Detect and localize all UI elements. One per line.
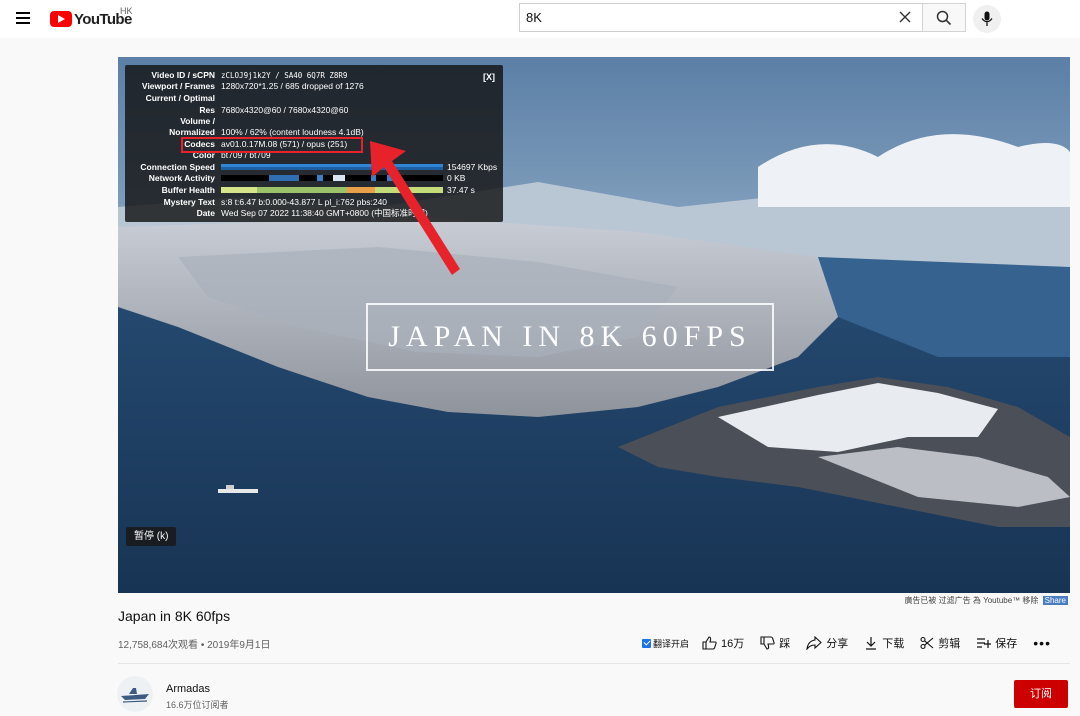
translate-toggle[interactable]: 翻译开启 (642, 637, 689, 650)
search-box (519, 3, 923, 32)
playlist-add-icon (977, 638, 992, 648)
stats-row-video-id: Video ID / sCPN zCLOJ9j1k2Y / SA40 6Q7R … (151, 70, 348, 80)
stats-row-res: Res 7680x4320@60 / 7680x4320@60 (199, 105, 349, 115)
share-label: 分享 (826, 638, 849, 650)
search-input[interactable] (520, 4, 880, 31)
video-title-overlay: JAPAN IN 8K 60FPS (366, 303, 774, 371)
masthead: YouTube HK (0, 0, 1080, 38)
stats-row-volume: Volume / (180, 116, 215, 126)
clip-label: 剪辑 (938, 638, 961, 650)
download-button[interactable]: 下载 (864, 635, 904, 651)
microphone-icon (981, 11, 993, 26)
save-label: 保存 (995, 638, 1018, 650)
action-bar: 翻译开启 16万 踩 分享 下载 剪辑 保存 ••• (642, 634, 1051, 652)
annotation-arrow-icon (370, 141, 460, 275)
dislike-button[interactable]: 踩 (760, 635, 790, 651)
channel-avatar[interactable] (117, 676, 153, 712)
scissors-icon (920, 636, 934, 650)
aircraft-carrier-logo-icon (117, 676, 153, 712)
stats-row-viewport: Viewport / Frames 1280x720*1.25 / 685 dr… (141, 81, 364, 91)
youtube-play-icon (50, 11, 72, 27)
stats-row-current-optimal: Current / Optimal (145, 93, 215, 103)
thumbs-up-icon (702, 636, 717, 650)
share-icon (806, 636, 823, 650)
thumbs-down-icon (760, 636, 775, 650)
ad-removed-notice: 廣告已被 过滤广告 為 Youtube™ 移除 Share (904, 595, 1068, 606)
search-button[interactable] (922, 3, 966, 32)
overlay-title-text: JAPAN IN 8K 60FPS (388, 320, 752, 353)
voice-search-button[interactable] (973, 5, 1001, 33)
video-title: Japan in 8K 60fps (118, 608, 231, 624)
channel-name[interactable]: Armadas (166, 683, 210, 695)
subscriber-count: 16.6万位订阅者 (166, 700, 229, 710)
clip-button[interactable]: 剪辑 (920, 635, 960, 651)
translate-label: 翻译开启 (653, 638, 690, 649)
region-code: HK (120, 6, 133, 16)
codecs-highlight-box (181, 137, 363, 153)
search-icon (936, 10, 952, 26)
download-icon (866, 637, 877, 650)
view-count-and-date: 12,758,684次观看 • 2019年9月1日 (118, 640, 271, 651)
subscribe-button[interactable]: 订阅 (1014, 680, 1068, 708)
ad-removed-text: 廣告已被 过滤广告 為 Youtube™ 移除 (904, 596, 1039, 605)
video-player[interactable]: JAPAN IN 8K 60FPS [X] Video ID / sCPN zC… (118, 57, 1070, 593)
save-button[interactable]: 保存 (976, 635, 1017, 651)
translate-checkbox[interactable] (642, 638, 651, 648)
share-button[interactable]: 分享 (806, 635, 848, 651)
ad-share-link[interactable]: Share (1042, 596, 1068, 605)
menu-icon[interactable] (14, 9, 32, 27)
more-actions-button[interactable]: ••• (1033, 635, 1051, 651)
pause-tooltip: 暂停 (k) (126, 527, 177, 546)
download-label: 下载 (882, 638, 905, 650)
dislike-label: 踩 (779, 638, 791, 650)
clear-search-icon[interactable] (898, 10, 912, 24)
like-count: 16万 (721, 638, 745, 650)
divider (118, 663, 1070, 664)
like-button[interactable]: 16万 (702, 635, 744, 651)
